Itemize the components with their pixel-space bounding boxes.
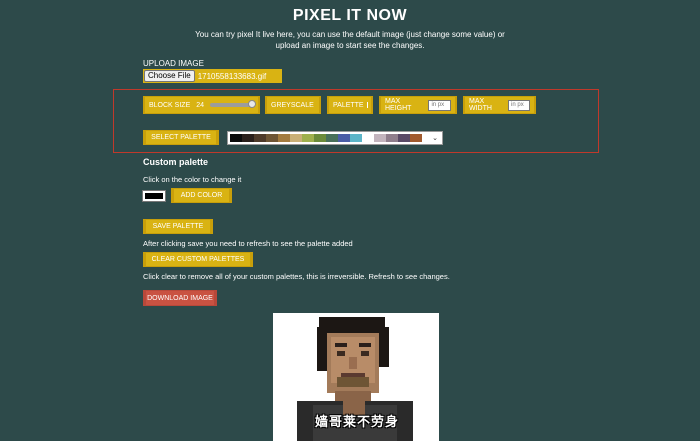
greyscale-toggle[interactable]: GREYSCALE <box>265 96 321 114</box>
block-size-control: BLOCK SIZE 24 <box>143 96 260 114</box>
palette-label: PALETTE <box>333 101 364 109</box>
greyscale-label: GREYSCALE <box>271 101 314 109</box>
slider-thumb[interactable] <box>248 100 256 108</box>
pixelated-preview-image: 嫱哥莱不劳身 <box>273 313 439 441</box>
upload-file-input[interactable]: Choose File 1710558133683.gif <box>143 69 282 83</box>
palette-swatch <box>242 134 254 142</box>
palette-swatch <box>338 134 350 142</box>
clear-custom-palettes-button[interactable]: CLEAR CUSTOM PALETTES <box>143 252 253 267</box>
save-palette-button[interactable]: SAVE PALETTE <box>143 219 213 234</box>
preview-caption: 嫱哥莱不劳身 <box>314 415 399 430</box>
upload-image-label: UPLOAD IMAGE <box>143 59 204 68</box>
palette-swatch <box>230 134 242 142</box>
max-width-input[interactable]: in px <box>508 99 530 111</box>
max-width-label: MAX WIDTH <box>469 98 492 112</box>
chevron-down-icon: ⌄ <box>432 135 438 142</box>
palette-swatch <box>314 134 326 142</box>
clear-palettes-note: Click clear to remove all of your custom… <box>143 272 450 281</box>
page-title: PIXEL IT NOW <box>292 7 408 24</box>
palette-swatch <box>350 134 362 142</box>
palette-swatch <box>398 134 410 142</box>
palette-swatch <box>278 134 290 142</box>
palette-swatch <box>302 134 314 142</box>
download-image-button[interactable]: DOWNLOAD IMAGE <box>143 290 217 306</box>
intro-line-2: upload an image to start see the changes… <box>275 41 425 50</box>
palette-swatch <box>386 134 398 142</box>
palette-swatch <box>326 134 338 142</box>
palette-swatches <box>230 134 422 142</box>
palette-swatch <box>374 134 386 142</box>
palette-swatch <box>254 134 266 142</box>
intro-line-1: You can try pixel It live here, you can … <box>195 30 505 39</box>
block-size-value: 24 <box>196 101 205 109</box>
palette-select[interactable]: ⌄ <box>227 131 443 145</box>
max-width-control: MAX WIDTH in px <box>463 96 536 114</box>
palette-swatch <box>266 134 278 142</box>
custom-color-picker[interactable] <box>142 190 166 202</box>
palette-swatch <box>290 134 302 142</box>
block-size-slider[interactable] <box>210 100 256 108</box>
palette-swatch <box>362 134 374 142</box>
max-height-control: MAX HEIGHT in px <box>379 96 457 114</box>
choose-file-button[interactable]: Choose File <box>144 70 195 82</box>
custom-palette-instructions: Click on the color to change it <box>143 175 242 184</box>
intro-text: You can try pixel It live here, you can … <box>0 29 700 51</box>
max-height-input[interactable]: in px <box>428 99 451 111</box>
max-height-label: MAX HEIGHT <box>385 98 412 112</box>
block-size-label: BLOCK SIZE <box>149 101 191 109</box>
palette-swatch <box>410 134 422 142</box>
selected-file-name: 1710558133683.gif <box>197 71 267 81</box>
custom-palette-heading: Custom palette <box>143 157 209 167</box>
add-color-button[interactable]: ADD COLOR <box>171 188 232 203</box>
save-palette-note: After clicking save you need to refresh … <box>143 239 353 248</box>
select-palette-button[interactable]: SELECT PALETTE <box>143 130 219 145</box>
palette-toggle[interactable]: PALETTE <box>327 96 373 114</box>
